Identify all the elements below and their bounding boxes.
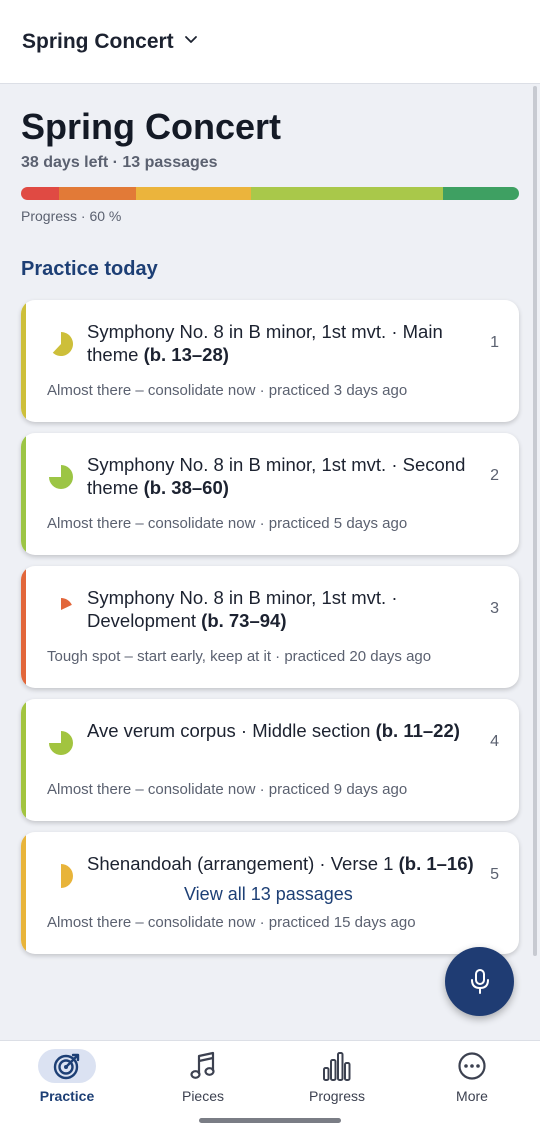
concert-selector-label: Spring Concert	[22, 29, 174, 53]
passage-title: Shenandoah (arrangement) · Verse 1 (b. 1…	[87, 852, 479, 875]
progress-segment	[59, 187, 137, 200]
passage-status: Almost there – consolidate now · practic…	[47, 515, 408, 532]
progress-segment	[442, 187, 519, 200]
nav-label: Practice	[39, 1088, 95, 1104]
nav-pieces[interactable]: Pieces	[153, 1049, 253, 1104]
concert-selector[interactable]: Spring Concert	[22, 30, 198, 54]
microphone-icon	[470, 968, 489, 994]
status-stripe	[21, 433, 26, 555]
passage-bars: (b. 1–16)	[398, 853, 474, 874]
more-icon	[458, 1052, 486, 1080]
nav-practice[interactable]: Practice	[17, 1049, 117, 1104]
progress-segment	[251, 187, 443, 200]
passage-bars: (b. 73–94)	[201, 610, 287, 631]
music-note-icon	[190, 1051, 215, 1079]
main-content: Spring Concert 38 days left · 13 passage…	[21, 84, 519, 954]
nav-label: Pieces	[181, 1088, 225, 1104]
passage-card[interactable]: Ave verum corpus · Middle section (b. 11…	[21, 699, 519, 821]
progress-segment	[21, 187, 60, 200]
top-app-bar: Spring Concert	[0, 0, 540, 84]
concert-subtitle: 38 days left · 13 passages	[21, 154, 218, 171]
target-icon	[53, 1053, 80, 1080]
passage-status: Almost there – consolidate now · practic…	[47, 382, 408, 399]
passage-rank: 4	[490, 733, 499, 750]
passage-status: Almost there – consolidate now · practic…	[47, 914, 416, 931]
status-stripe	[21, 300, 26, 422]
passage-card[interactable]: Symphony No. 8 in B minor, 1st mvt. · De…	[21, 566, 519, 688]
status-stripe	[21, 566, 26, 688]
passage-bars: (b. 13–28)	[143, 344, 229, 365]
status-stripe	[21, 832, 26, 954]
home-indicator	[199, 1118, 341, 1123]
scrollbar[interactable]	[533, 86, 537, 956]
nav-label: More	[456, 1088, 488, 1104]
passage-name: Ave verum corpus · Middle section	[87, 720, 376, 741]
passage-bars: (b. 38–60)	[143, 477, 229, 498]
nav-label: Progress	[308, 1088, 366, 1104]
progress-segment	[136, 187, 252, 200]
view-all-passages-link[interactable]: View all 13 passages	[184, 884, 353, 905]
passage-title: Symphony No. 8 in B minor, 1st mvt. · Ma…	[87, 320, 479, 366]
chevron-down-icon	[184, 35, 197, 43]
passage-bars: (b. 11–22)	[375, 720, 460, 741]
nav-progress[interactable]: Progress	[287, 1049, 387, 1104]
passage-title: Symphony No. 8 in B minor, 1st mvt. · Se…	[87, 453, 479, 499]
mastery-pie-icon	[49, 465, 73, 489]
passage-rank: 2	[490, 467, 499, 484]
passage-status: Almost there – consolidate now · practic…	[47, 781, 408, 798]
passage-rank: 3	[490, 600, 499, 617]
nav-more[interactable]: More	[422, 1049, 522, 1104]
passage-name: Symphony No. 8 in B minor, 1st mvt. · Ma…	[87, 321, 443, 365]
passage-title: Ave verum corpus · Middle section (b. 11…	[87, 719, 479, 742]
passage-card[interactable]: Symphony No. 8 in B minor, 1st mvt. · Se…	[21, 433, 519, 555]
page-title: Spring Concert	[21, 106, 282, 147]
mastery-pie-icon	[61, 598, 72, 610]
mastery-pie-icon	[61, 864, 73, 888]
passage-card[interactable]: Symphony No. 8 in B minor, 1st mvt. · Ma…	[21, 300, 519, 422]
progress-label: Progress · 60 %	[21, 208, 122, 224]
status-stripe	[21, 699, 26, 821]
mastery-pie-icon	[49, 731, 73, 755]
passage-status: Tough spot – start early, keep at it · p…	[47, 648, 432, 665]
progress-bar	[21, 187, 519, 200]
section-title-practice-today: Practice today	[21, 258, 158, 280]
passage-list: Symphony No. 8 in B minor, 1st mvt. · Ma…	[21, 300, 519, 965]
passage-name: Shenandoah (arrangement) · Verse 1	[87, 853, 399, 874]
record-button[interactable]	[445, 947, 514, 1016]
passage-rank: 1	[490, 334, 499, 351]
mastery-pie-icon	[52, 332, 74, 356]
passage-rank: 5	[490, 866, 499, 883]
passage-title: Symphony No. 8 in B minor, 1st mvt. · De…	[87, 586, 479, 632]
bar-chart-icon	[323, 1052, 351, 1081]
